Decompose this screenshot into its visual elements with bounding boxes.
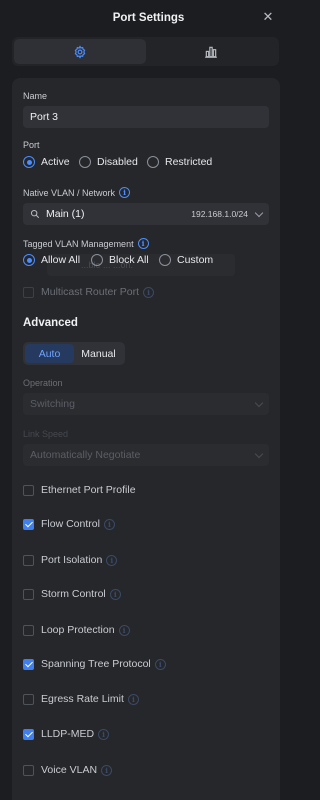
native-vlan-subnet: 192.168.1.0/24 — [191, 209, 248, 219]
tagged-vlan-radio-group: Allow All Block All Custom — [23, 254, 213, 266]
tab-bar — [12, 37, 279, 66]
tagged-vlan-option-block-all[interactable]: Block All — [91, 254, 159, 266]
tagged-vlan-label: Tagged VLAN Management — [23, 238, 134, 249]
panel-header: Port Settings ✕ — [0, 0, 297, 36]
radio-allow-all — [23, 254, 35, 266]
port-option-disabled-label: Disabled — [97, 156, 138, 168]
link-speed-label: Link Speed — [23, 429, 69, 439]
port-radio-group: Active Disabled Restricted — [23, 156, 212, 168]
voice-vlan-label: Voice VLAN — [41, 764, 98, 776]
chevron-down-icon — [254, 208, 264, 217]
radio-active — [23, 156, 35, 168]
advanced-section-title: Advanced — [23, 317, 78, 329]
port-label: Port — [23, 140, 40, 150]
port-option-restricted[interactable]: Restricted — [147, 156, 212, 168]
storm-control-checkbox — [23, 588, 34, 600]
storm-control-label: Storm Control — [41, 588, 106, 600]
close-icon[interactable]: ✕ — [261, 10, 275, 24]
tab-statistics[interactable] — [146, 39, 278, 64]
mode-auto-button[interactable]: Auto — [25, 344, 74, 363]
native-vlan-value: Main (1) — [46, 208, 85, 220]
info-icon[interactable]: i — [118, 624, 130, 636]
tagged-vlan-label-row: Tagged VLAN Management i — [23, 238, 149, 249]
loop-protection-label: Loop Protection — [41, 624, 115, 636]
flow-control-checkbox — [23, 518, 34, 530]
lldp-med-checkbox — [23, 728, 34, 740]
gear-icon — [74, 44, 86, 59]
ethernet-port-profile-checkbox — [23, 484, 34, 496]
info-icon[interactable]: i — [154, 658, 166, 670]
tagged-vlan-block-all-label: Block All — [109, 254, 149, 266]
radio-block-all — [91, 254, 103, 266]
tagged-vlan-custom-label: Custom — [177, 254, 214, 266]
mode-manual-button[interactable]: Manual — [74, 344, 123, 363]
search-icon — [30, 209, 40, 219]
option-flow-control[interactable]: Flow Control i — [23, 518, 115, 530]
chevron-down-icon — [254, 398, 264, 407]
port-option-restricted-label: Restricted — [165, 156, 213, 168]
option-loop-protection[interactable]: Loop Protection i — [23, 624, 130, 636]
option-egress-rate-limit[interactable]: Egress Rate Limit i — [23, 693, 139, 705]
option-storm-control[interactable]: Storm Control i — [23, 588, 121, 600]
tagged-vlan-option-allow-all[interactable]: Allow All — [23, 254, 91, 266]
native-vlan-label: Native VLAN / Network — [23, 187, 116, 198]
lldp-med-label: LLDP-MED — [41, 728, 95, 740]
option-ethernet-port-profile[interactable]: Ethernet Port Profile — [23, 484, 136, 496]
radio-disabled — [79, 156, 91, 168]
native-vlan-label-row: Native VLAN / Network i — [23, 187, 131, 198]
name-input[interactable]: Port 3 — [23, 106, 269, 128]
loop-protection-checkbox — [23, 624, 34, 636]
spanning-tree-protocol-checkbox — [23, 658, 34, 670]
option-voice-vlan[interactable]: Voice VLAN i — [23, 764, 113, 776]
info-icon[interactable]: i — [109, 588, 121, 600]
tab-settings[interactable] — [14, 39, 146, 64]
bar-chart-icon — [205, 46, 218, 58]
settings-content: Name Port 3 Port Active Disabled Restric… — [12, 78, 280, 800]
port-isolation-label: Port Isolation — [41, 554, 103, 566]
tagged-vlan-allow-all-label: Allow All — [41, 254, 81, 266]
port-option-active[interactable]: Active — [23, 156, 79, 168]
flow-control-label: Flow Control — [41, 518, 100, 530]
info-icon[interactable]: i — [103, 518, 115, 530]
ethernet-port-profile-label: Ethernet Port Profile — [41, 484, 136, 496]
egress-rate-limit-checkbox — [23, 693, 34, 705]
voice-vlan-checkbox — [23, 764, 34, 776]
info-icon[interactable]: i — [98, 728, 110, 740]
multicast-router-port-label: Multicast Router Port — [41, 286, 140, 298]
info-icon[interactable]: i — [137, 238, 149, 249]
port-isolation-checkbox — [23, 554, 34, 566]
operation-label: Operation — [23, 378, 63, 388]
info-icon[interactable]: i — [143, 286, 155, 298]
link-speed-select: Automatically Negotiate — [23, 444, 269, 466]
operation-value: Switching — [30, 398, 75, 410]
spanning-tree-protocol-label: Spanning Tree Protocol — [41, 658, 151, 670]
advanced-mode-toggle: Auto Manual — [23, 342, 125, 365]
port-option-disabled[interactable]: Disabled — [79, 156, 147, 168]
radio-restricted — [147, 156, 159, 168]
option-port-isolation[interactable]: Port Isolation i — [23, 554, 118, 566]
panel-title: Port Settings — [112, 12, 185, 24]
tagged-vlan-option-custom[interactable]: Custom — [159, 254, 213, 266]
multicast-router-port-row[interactable]: Multicast Router Port i — [23, 286, 155, 298]
port-option-active-label: Active — [41, 156, 70, 168]
egress-rate-limit-label: Egress Rate Limit — [41, 693, 124, 705]
port-settings-panel: Port Settings ✕ Name Port 3 Port Active … — [0, 0, 297, 800]
option-spanning-tree-protocol[interactable]: Spanning Tree Protocol i — [23, 658, 166, 670]
name-label: Name — [23, 91, 48, 101]
link-speed-value: Automatically Negotiate — [30, 449, 141, 461]
info-icon[interactable]: i — [127, 693, 139, 705]
native-vlan-select[interactable]: Main (1) 192.168.1.0/24 — [23, 203, 269, 225]
multicast-router-port-checkbox — [23, 286, 34, 298]
operation-select: Switching — [23, 393, 269, 415]
info-icon[interactable]: i — [106, 554, 118, 566]
option-lldp-med[interactable]: LLDP-MED i — [23, 728, 110, 740]
info-icon[interactable]: i — [101, 764, 113, 776]
radio-custom — [159, 254, 171, 266]
chevron-down-icon — [254, 449, 264, 458]
info-icon[interactable]: i — [119, 187, 131, 198]
